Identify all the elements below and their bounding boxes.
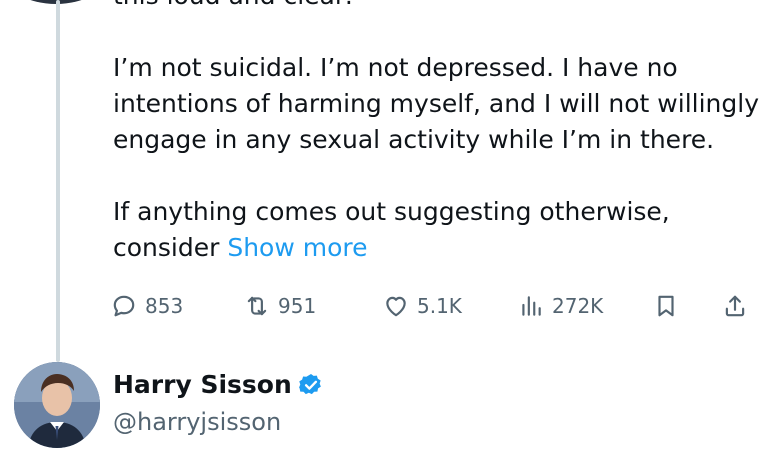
reply-button[interactable]: 853 <box>111 286 183 326</box>
repost-count: 951 <box>278 294 317 318</box>
like-count: 5.1K <box>417 294 462 318</box>
author-handle[interactable]: @harryjsisson <box>113 408 281 436</box>
author-name-row: Harry Sisson <box>113 370 324 399</box>
tweet-line: engage in any sexual activity while I’m … <box>113 125 715 154</box>
tweet-line-text: consider <box>113 233 220 262</box>
tweet-action-bar: 853 951 5.1K 272K <box>0 286 770 326</box>
reply-icon <box>113 295 135 317</box>
tweet-line: If anything comes out suggesting otherwi… <box>113 197 670 226</box>
reply-count: 853 <box>145 294 184 318</box>
show-more-link[interactable]: Show more <box>227 233 367 262</box>
tweet-author: Harry Sisson @harryjsisson <box>14 362 754 458</box>
tweet-line-last: consider Show more <box>113 230 763 266</box>
bookmark-button[interactable] <box>653 286 679 326</box>
tweet-line: I’m not suicidal. I’m not depressed. I h… <box>113 53 678 82</box>
author-avatar[interactable] <box>14 362 100 448</box>
bookmark-icon <box>658 295 674 317</box>
share-icon <box>725 295 745 317</box>
repost-icon <box>247 296 267 316</box>
author-name[interactable]: Harry Sisson <box>113 370 292 399</box>
like-button[interactable]: 5.1K <box>383 286 462 326</box>
avatar-photo <box>14 362 100 448</box>
share-button[interactable] <box>722 286 748 326</box>
tweet-text: this loud and clear: I’m not suicidal. I… <box>113 0 763 266</box>
heart-icon <box>386 296 406 317</box>
tweet-line: intentions of harming myself, and I will… <box>113 89 759 118</box>
views-count: 272K <box>552 294 604 318</box>
repost-button[interactable]: 951 <box>244 286 316 326</box>
analytics-icon <box>522 296 541 316</box>
verified-badge-icon <box>298 373 321 394</box>
views-button[interactable]: 272K <box>518 286 603 326</box>
tweet-line: this loud and clear: <box>113 0 763 14</box>
